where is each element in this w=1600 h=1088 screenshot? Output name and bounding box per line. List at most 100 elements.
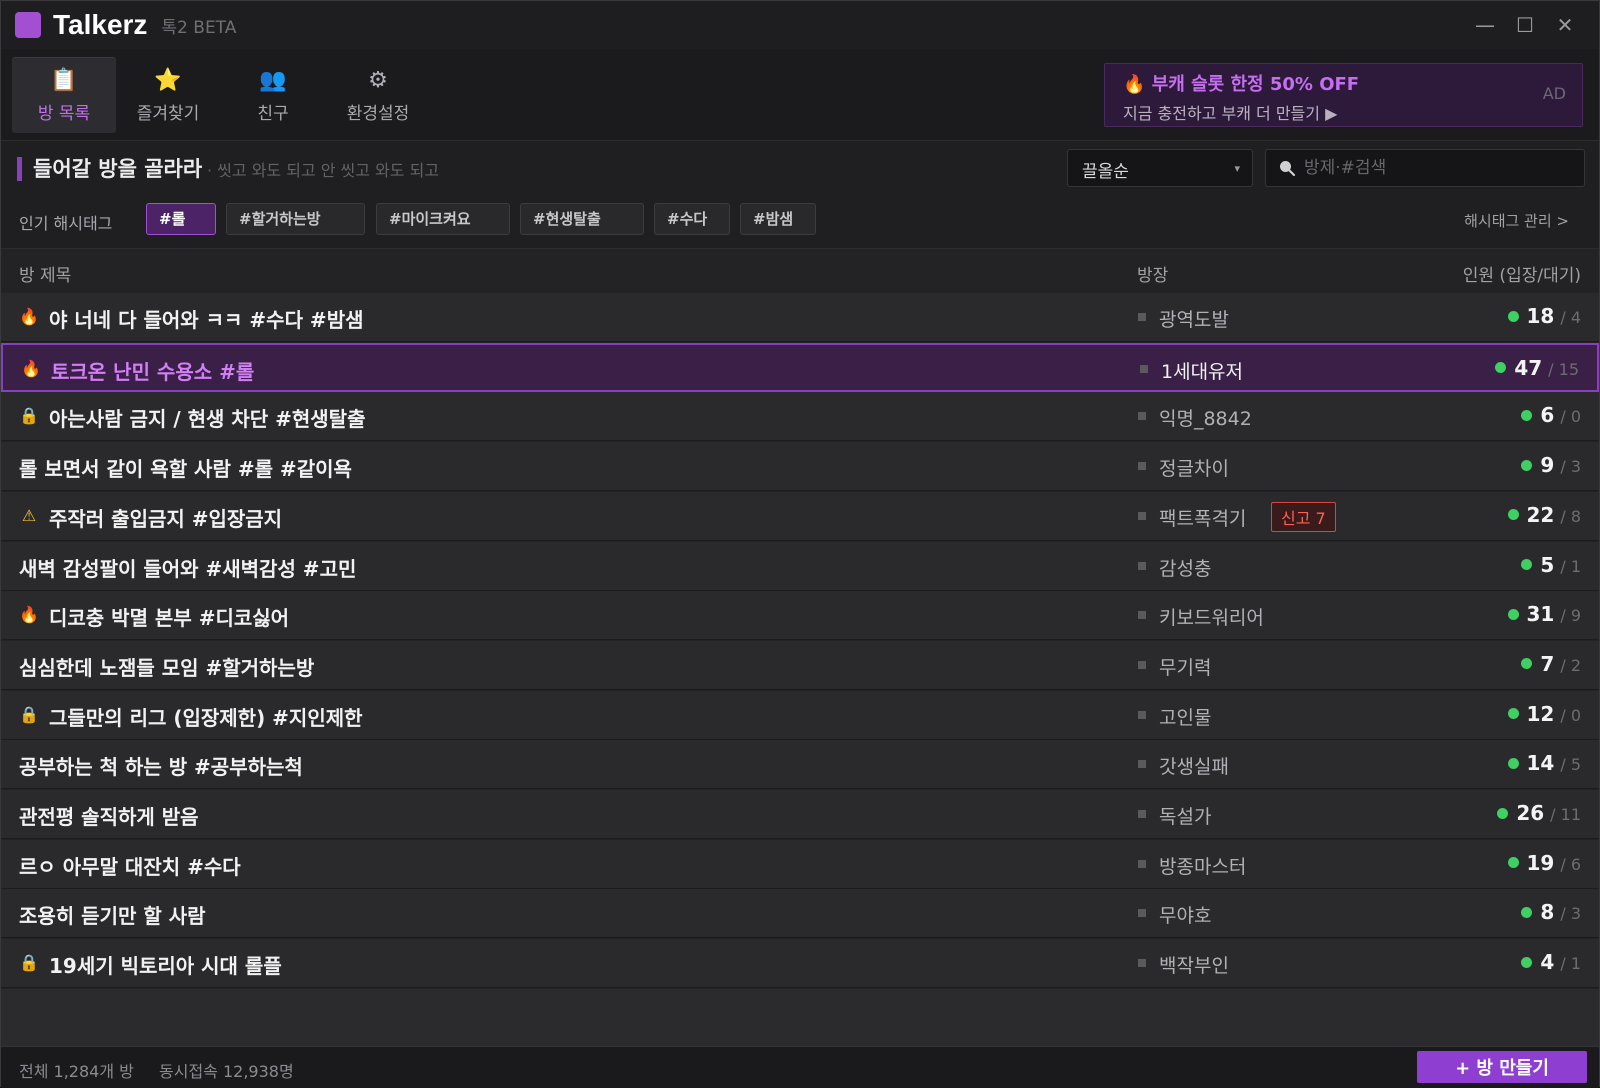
room-host: 갓생실패 <box>1159 756 1229 779</box>
room-row[interactable]: 🔒 그들만의 리그 (입장제한) #지인제한 고인물 12/ 0 <box>1 690 1599 740</box>
maximize-button[interactable]: ☐ <box>1505 9 1545 41</box>
room-row[interactable]: 🔒 아는사람 금지 / 현생 차단 #현생탈출 익명_8842 6/ 0 <box>1 392 1599 442</box>
room-row[interactable]: 심심한데 노잼들 모임 #할거하는방 무기력 7/ 2 <box>1 640 1599 690</box>
tab-friends[interactable]: 👥 친구 <box>221 57 325 133</box>
room-title: 19세기 빅토리아 시대 롤플 <box>49 954 282 979</box>
ad-text: 지금 충전하고 부캐 더 만들기 ▶ <box>1123 104 1338 123</box>
window-controls: — ☐ ✕ <box>1465 9 1585 41</box>
app-subtitle: 톡2 BETA <box>161 17 237 38</box>
room-row[interactable]: ⚠ 주작러 출입금지 #입장금지 팩트폭격기 신고 7 22/ 8 <box>1 491 1599 541</box>
room-row[interactable]: 🔥 토크온 난민 수용소 #롤 1세대유저 47/ 15 <box>1 342 1599 392</box>
tab-label: 친구 <box>257 103 289 124</box>
total-rooms: 전체 1,284개 방 <box>19 1062 134 1081</box>
tab-label: 즐겨찾기 <box>136 103 200 124</box>
online-dot-icon <box>1507 608 1519 620</box>
room-host: 방종마스터 <box>1159 855 1247 878</box>
room-row[interactable]: 롤 보면서 같이 욕할 사람 #롤 #같이욕 정글차이 9/ 3 <box>1 442 1599 492</box>
tab-settings[interactable]: ⚙ 환경설정 <box>326 57 430 133</box>
member-count-in: 22 <box>1526 502 1555 527</box>
member-count-wait: / 0 <box>1560 705 1581 725</box>
room-host: 백작부인 <box>1159 955 1229 978</box>
host-bullet-icon <box>1138 412 1146 421</box>
member-count-wait: / 4 <box>1560 308 1581 327</box>
room-row[interactable]: 공부하는 척 하는 방 #공부하는척 갓생실패 14/ 5 <box>1 740 1599 790</box>
member-count-in: 18 <box>1526 304 1555 328</box>
online-dot-icon <box>1507 757 1519 769</box>
member-count-wait: / 3 <box>1560 457 1581 477</box>
room-row[interactable]: 🔥 야 너네 다 들어와 ㅋㅋ #수다 #밤샘 광역도발 18 / 4 <box>1 293 1599 342</box>
search-box[interactable] <box>1265 149 1585 187</box>
room-row[interactable]: 새벽 감성팔이 들어와 #새벽감성 #고민 감성충 5/ 1 <box>1 541 1599 591</box>
sort-value: 끌올순 <box>1082 162 1129 182</box>
room-title: 르ㅇ 아무말 대잔치 #수다 <box>19 854 241 879</box>
lock-icon: 🔒 <box>19 406 39 426</box>
room-title: 야 너네 다 들어와 ㅋㅋ #수다 #밤샘 <box>49 308 364 332</box>
hashtag-manage-link[interactable]: 해시태그 관리 > <box>1464 210 1569 231</box>
room-host: 정글차이 <box>1159 458 1229 481</box>
room-title: 공부하는 척 하는 방 #공부하는척 <box>19 755 303 780</box>
host-bullet-icon <box>1138 959 1146 968</box>
room-title: 관전평 솔직하게 받음 <box>19 805 199 829</box>
create-room-button[interactable]: + 방 만들기 <box>1417 1051 1587 1083</box>
room-row[interactable]: 르ㅇ 아무말 대잔치 #수다 방종마스터 19/ 6 <box>1 839 1599 889</box>
column-host[interactable]: 방장 <box>1137 261 1168 286</box>
friends-icon: 👥 <box>259 67 287 93</box>
member-count-in: 8 <box>1540 900 1555 925</box>
gear-icon: ⚙ <box>368 67 388 93</box>
page-subtitle: · 씻고 와도 되고 안 씻고 와도 되고 <box>207 161 440 180</box>
star-icon: ⭐ <box>154 67 182 93</box>
ad-banner[interactable]: 🔥 부캐 슬롯 한정 50% OFF 지금 충전하고 부캐 더 만들기 ▶ AD <box>1104 63 1583 127</box>
lock-icon: 🔒 <box>19 704 39 724</box>
online-dot-icon <box>1521 559 1533 570</box>
host-bullet-icon <box>1138 561 1146 570</box>
hashtag-chip[interactable]: #마이크켜요 <box>376 203 510 235</box>
fire-icon: 🔥 <box>21 358 41 378</box>
room-table-header: 방 제목 방장 인원 (입장/대기) <box>1 249 1599 293</box>
host-bullet-icon <box>1138 611 1146 620</box>
member-count: 5/ 1 <box>1521 553 1581 577</box>
member-count: 8/ 3 <box>1521 900 1581 924</box>
sort-dropdown[interactable]: 끌올순 ▾ <box>1067 149 1253 187</box>
column-count[interactable]: 인원 (입장/대기) <box>1463 261 1581 286</box>
room-row[interactable]: 조용히 듣기만 할 사람 무야호 8/ 3 <box>1 889 1599 939</box>
minimize-button[interactable]: — <box>1465 9 1505 41</box>
host-bullet-icon <box>1138 313 1146 321</box>
hashtag-chip[interactable]: #롤 <box>146 203 216 235</box>
room-host: 광역도발 <box>1159 309 1229 331</box>
member-count-wait: / 2 <box>1560 655 1581 675</box>
room-title: 롤 보면서 같이 욕할 사람 #롤 #같이욕 <box>19 457 352 482</box>
hashtag-bar: 인기 해시태그 #롤 #할거하는방 #마이크켜요 #현생탈출 #수다 #밤샘 해… <box>1 195 1599 249</box>
online-users: 동시접속 12,938명 <box>159 1062 294 1081</box>
app-logo-icon <box>15 12 41 38</box>
member-count-wait: / 1 <box>1560 556 1581 576</box>
report-badge: 신고 7 <box>1271 501 1336 532</box>
hashtag-chip[interactable]: #밤샘 <box>740 203 816 235</box>
member-count-wait: / 3 <box>1560 904 1581 924</box>
host-bullet-icon <box>1138 660 1146 669</box>
hashtag-chip[interactable]: #할거하는방 <box>226 203 365 235</box>
table-empty-area <box>1 989 1599 1046</box>
room-row[interactable]: 🔥 디코충 박멸 본부 #디코싫어 키보드워리어 31/ 9 <box>1 591 1599 641</box>
online-dot-icon <box>1507 708 1519 720</box>
member-count-in: 14 <box>1526 751 1555 776</box>
member-count: 18 / 4 <box>1507 304 1581 328</box>
column-title[interactable]: 방 제목 <box>19 261 71 286</box>
app-window: Talkerz 톡2 BETA — ☐ ✕ 📋 방 목록 ⭐ 즐겨찾기 👥 친구… <box>0 0 1600 1088</box>
tab-label: 방 목록 <box>37 104 91 124</box>
host-bullet-icon <box>1138 710 1146 719</box>
tab-favorites[interactable]: ⭐ 즐겨찾기 <box>116 57 220 133</box>
hashtag-chip[interactable]: #현생탈출 <box>520 203 644 235</box>
member-count-wait: / 15 <box>1548 359 1579 379</box>
member-count-in: 4 <box>1540 950 1555 975</box>
status-footer: 전체 1,284개 방 동시접속 12,938명 + 방 만들기 <box>1 1046 1599 1088</box>
member-count: 19/ 6 <box>1507 851 1581 875</box>
tab-room-list[interactable]: 📋 방 목록 <box>12 57 116 133</box>
room-row[interactable]: 관전평 솔직하게 받음 독설가 26 / 11 <box>1 790 1599 839</box>
room-row[interactable]: 🔒 19세기 빅토리아 시대 롤플 백작부인 4/ 1 <box>1 939 1599 989</box>
online-dot-icon <box>1521 956 1533 968</box>
room-title: 조용히 듣기만 할 사람 <box>19 904 206 929</box>
hashtag-chip[interactable]: #수다 <box>654 203 730 235</box>
search-input[interactable] <box>1304 158 1574 178</box>
close-button[interactable]: ✕ <box>1545 9 1585 41</box>
member-count-wait: / 0 <box>1560 407 1581 427</box>
